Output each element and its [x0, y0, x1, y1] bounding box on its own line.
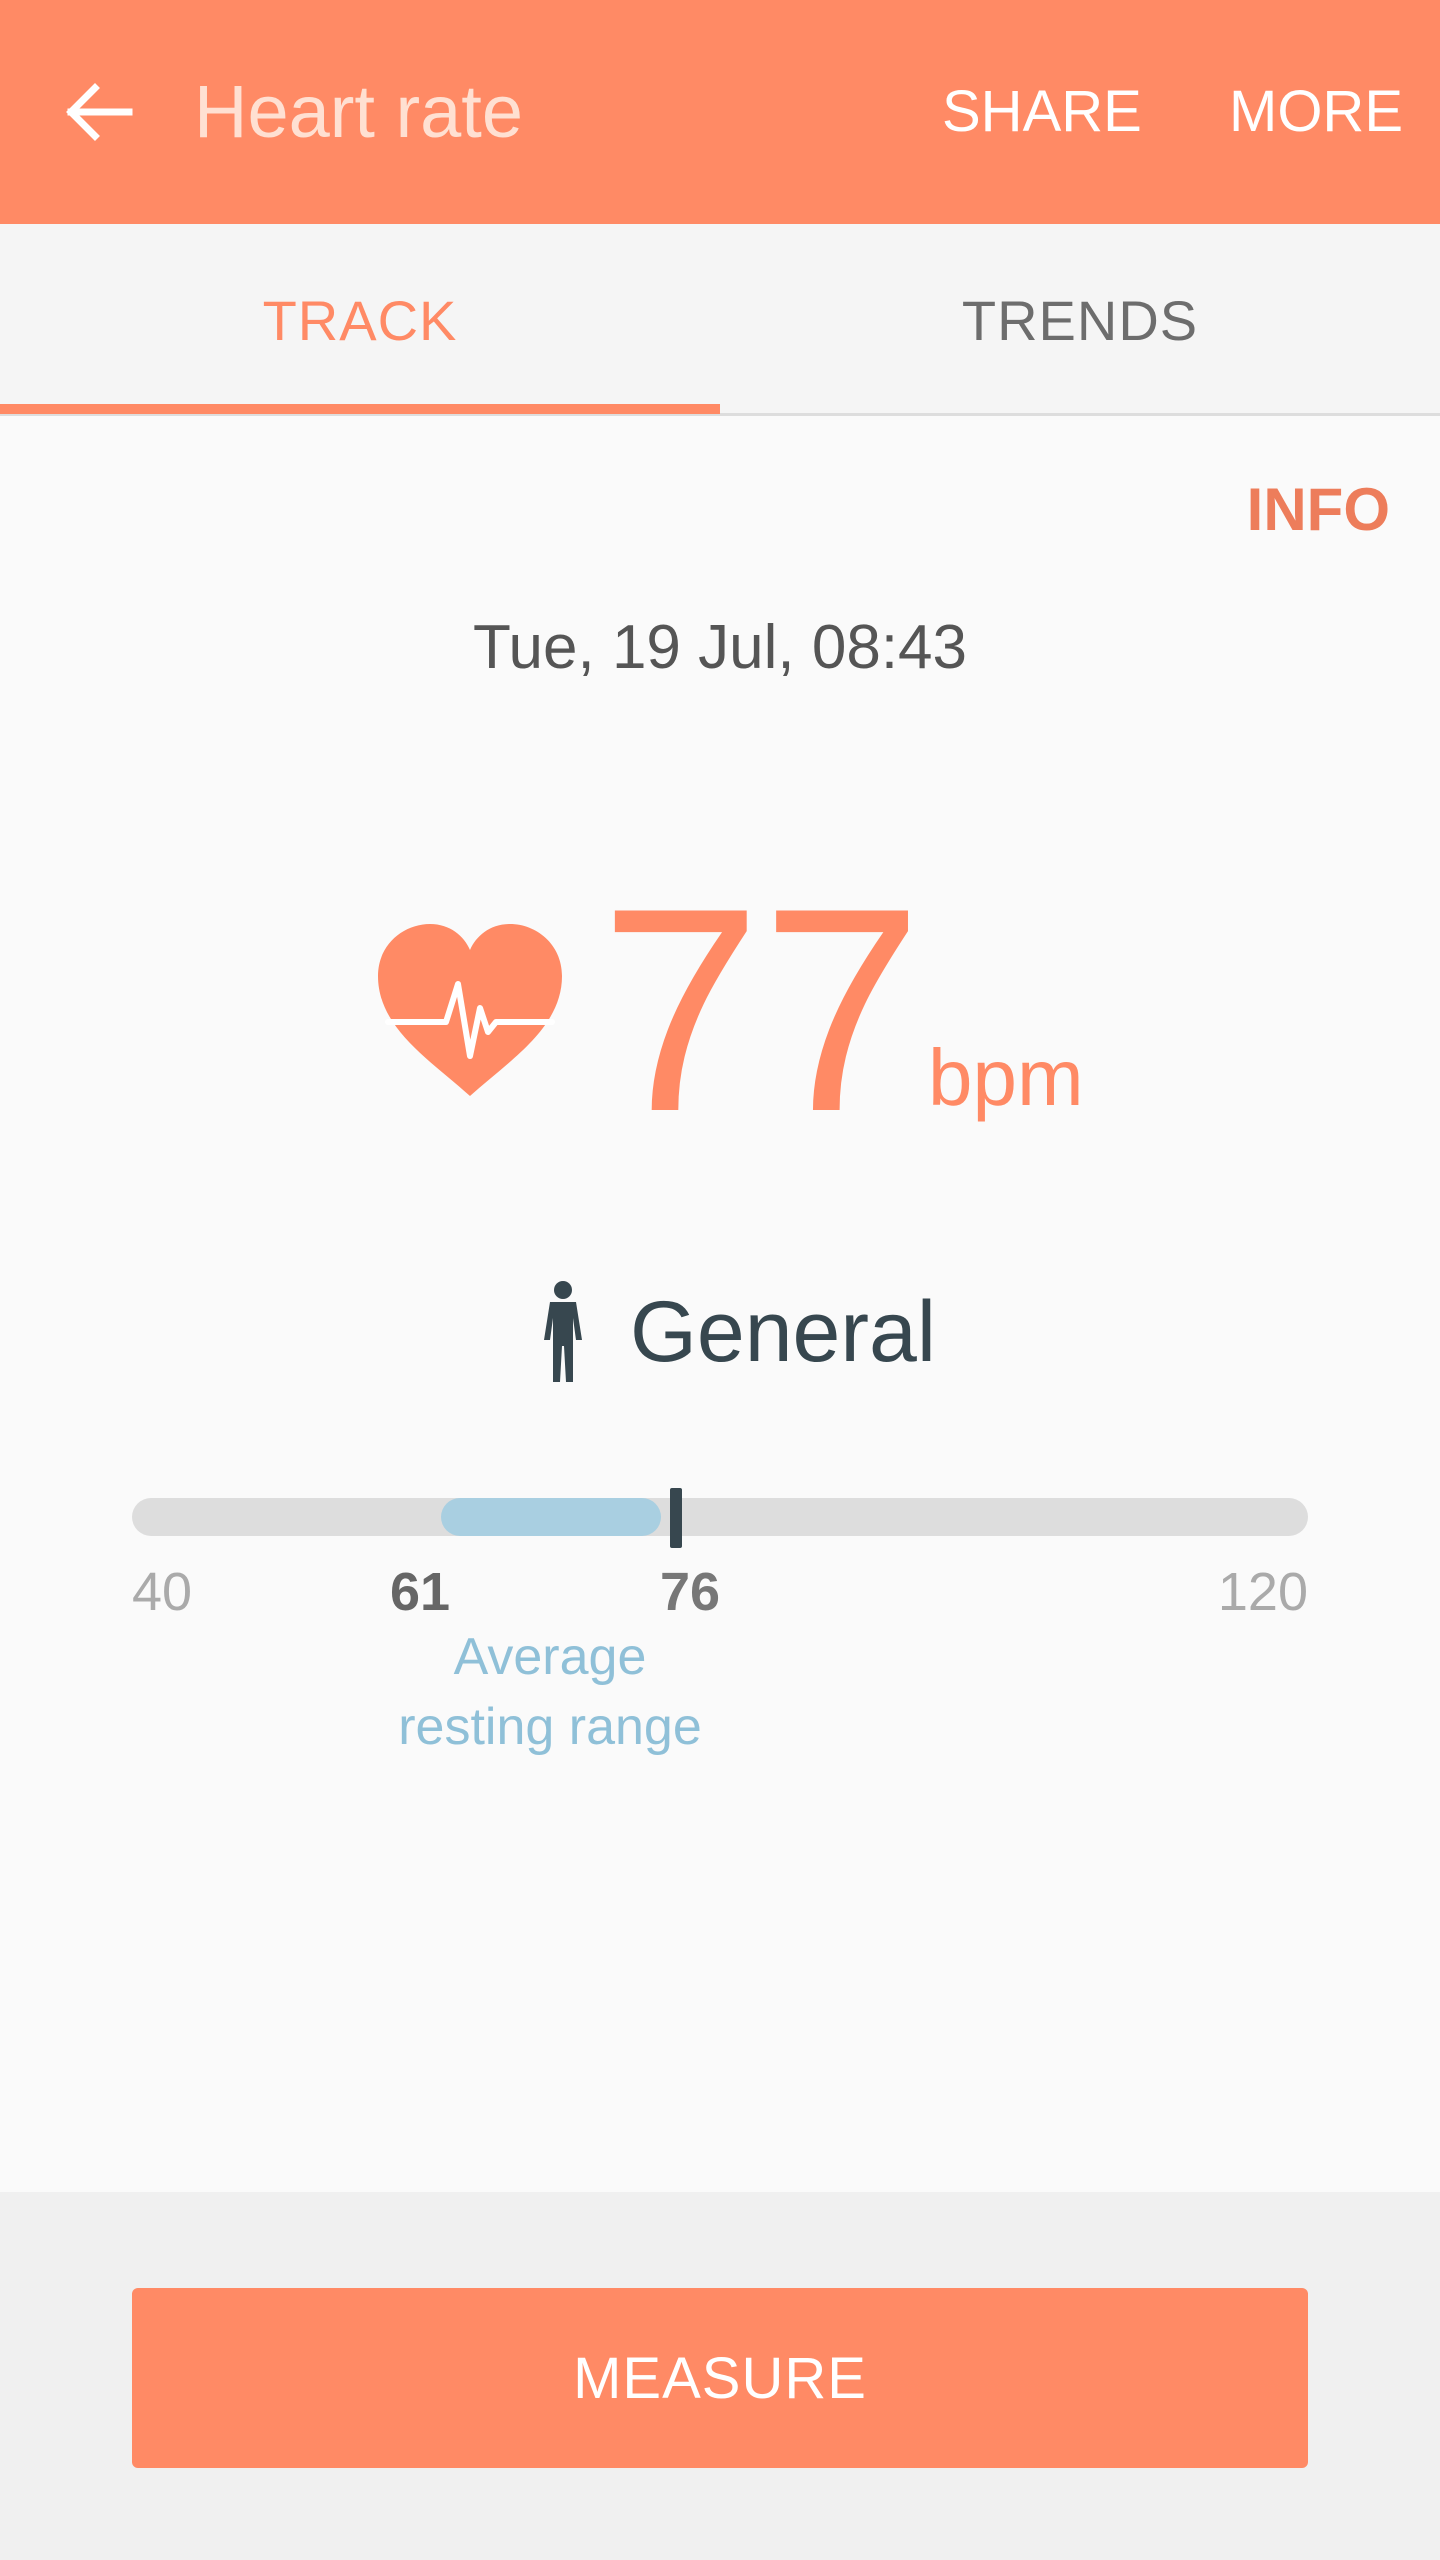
gauge-track: [132, 1498, 1308, 1536]
measure-button[interactable]: MEASURE: [132, 2288, 1308, 2468]
gauge-min-label: 40: [132, 1562, 193, 1622]
profile-row: General: [0, 1276, 1440, 1396]
current-value-marker: [669, 1488, 682, 1548]
more-button[interactable]: MORE: [1229, 70, 1403, 154]
share-button[interactable]: SHARE: [942, 70, 1142, 154]
arrow-left-icon: [66, 83, 133, 141]
page-title: Heart rate: [194, 70, 524, 153]
app-bar: Heart rate SHARE MORE: [0, 0, 1440, 224]
tab-indicator: [0, 404, 720, 414]
tab-track[interactable]: TRACK: [0, 224, 720, 416]
range-caption-line2: resting range: [398, 1698, 702, 1756]
heart-pulse-icon: [378, 924, 562, 1096]
measurement-timestamp: Tue, 19 Jul, 08:43: [472, 613, 968, 682]
info-button[interactable]: INFO: [1247, 470, 1390, 550]
tab-bar: TRACK TRENDS: [0, 224, 1440, 416]
resting-range-bar: [440, 1498, 662, 1536]
range-high-label: 76: [660, 1562, 721, 1622]
heart-rate-readout: 77 bpm: [0, 848, 1440, 1172]
back-button[interactable]: [50, 70, 146, 154]
tab-trends[interactable]: TRENDS: [720, 224, 1440, 416]
range-low-label: 61: [390, 1562, 451, 1622]
range-caption-line1: Average: [453, 1628, 647, 1686]
resting-range-caption: Average resting range: [350, 1622, 750, 1762]
heart-rate-unit: bpm: [928, 1033, 1084, 1122]
gauge-max-label: 120: [1217, 1562, 1308, 1622]
profile-label: General: [630, 1284, 936, 1380]
person-icon: [544, 1281, 582, 1382]
heart-rate-value: 77: [600, 848, 923, 1172]
